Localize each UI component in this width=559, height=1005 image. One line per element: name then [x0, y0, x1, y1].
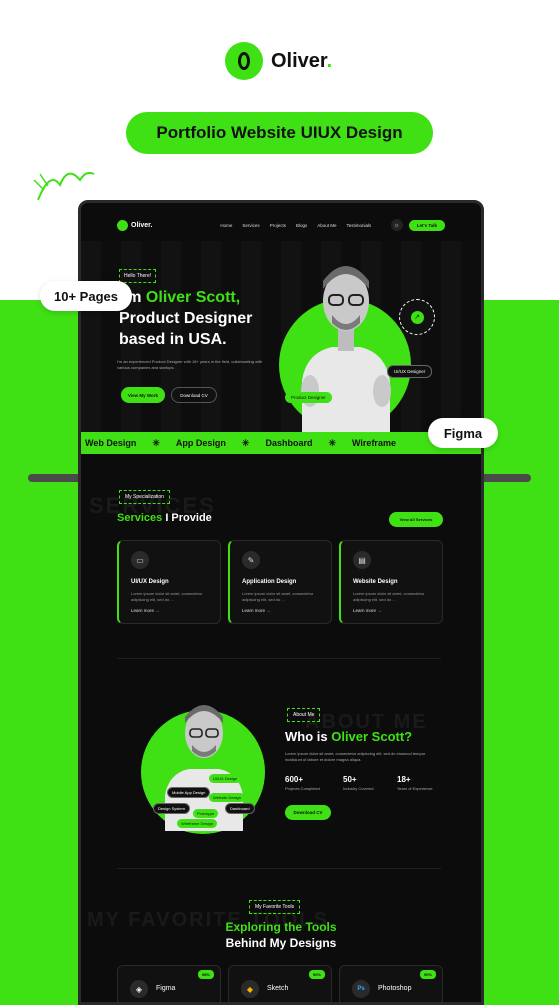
- uiux-designer-tag: UI/UX Designer: [387, 365, 433, 378]
- tool-percent: 98%: [197, 970, 214, 979]
- tool-card[interactable]: Ps Photoshop 90%: [339, 965, 443, 1002]
- skill-tag: Prototype: [193, 809, 219, 818]
- tool-percent: 90%: [308, 970, 325, 979]
- hero-portrait: [301, 266, 391, 433]
- nav-item-blogs[interactable]: Blogs: [296, 223, 307, 228]
- sketch-icon: ◆: [241, 980, 259, 998]
- asterisk-icon: ✳: [241, 437, 250, 448]
- tool-card[interactable]: ◆ Sketch 90%: [228, 965, 332, 1002]
- sun-icon[interactable]: ☼: [390, 219, 403, 231]
- about-download-cv-button[interactable]: Download CV: [285, 805, 331, 820]
- about-title: Who is Oliver Scott?: [285, 729, 413, 744]
- hire-me-badge[interactable]: ↗: [399, 299, 435, 335]
- skill-tag: UI/UX Design: [209, 774, 242, 783]
- website-icon: ▤: [353, 551, 371, 569]
- skill-tag: Wireframe Design: [177, 819, 218, 828]
- section-divider: [117, 658, 441, 659]
- skill-tag: Dashboard: [225, 803, 255, 814]
- skill-tag: Website Design: [209, 793, 245, 802]
- ticker-item: Dashboard: [265, 438, 313, 448]
- nav-logo[interactable]: Oliver.: [117, 219, 152, 231]
- stat-experience: 18+ Years of Experience: [397, 775, 433, 791]
- brand-logo: Oliver.: [225, 42, 332, 80]
- service-card[interactable]: ▭ UI/UX Design Lorem ipsum dolor sit ame…: [117, 540, 221, 624]
- ticker-item: App Design: [175, 438, 226, 448]
- service-card[interactable]: ▤ Website Design Lorem ipsum dolor sit a…: [339, 540, 443, 624]
- learn-more-link[interactable]: Learn more →: [131, 608, 160, 613]
- site-nav: Oliver. Home Services Projects Blogs Abo…: [117, 217, 445, 233]
- ticker-item: Web Design: [85, 438, 137, 448]
- arrow-up-right-icon: ↗: [410, 310, 424, 324]
- hello-label: Hello There!: [119, 269, 157, 283]
- hero-section: Hello There! I'm Oliver Scott, Product D…: [81, 241, 481, 433]
- arrow-right-icon: →: [266, 608, 271, 613]
- learn-more-link[interactable]: Learn more →: [242, 608, 271, 613]
- monitor-icon: ▭: [131, 551, 149, 569]
- nav-item-about[interactable]: About Me: [317, 223, 336, 228]
- ticker-item: Wireframe: [352, 438, 396, 448]
- tool-card[interactable]: ◈ Figma 98%: [117, 965, 221, 1002]
- pages-pill: 10+ Pages: [40, 281, 132, 311]
- hero-description: I'm an experienced Product Designer with…: [117, 359, 263, 370]
- tool-percent: 90%: [419, 970, 436, 979]
- hero-title: I'm Oliver Scott, Product Designer based…: [119, 289, 253, 348]
- brand-name: Oliver: [271, 49, 327, 72]
- stat-industries: 50+ Industry Covered: [343, 775, 374, 791]
- nav-item-testimonials[interactable]: Testimonials: [346, 223, 371, 228]
- figma-pill: Figma: [428, 418, 498, 448]
- download-cv-button[interactable]: Download CV: [171, 387, 217, 403]
- nav-item-services[interactable]: Services: [242, 223, 259, 228]
- tools-label: My Favorite Tools: [249, 900, 301, 914]
- nav-item-home[interactable]: Home: [220, 223, 232, 228]
- figma-icon: ◈: [130, 980, 148, 998]
- logo-mark-icon: [117, 219, 128, 231]
- photoshop-icon: Ps: [352, 980, 370, 998]
- stat-projects: 600+ Projects Completed: [285, 775, 320, 791]
- nav-item-projects[interactable]: Projects: [270, 223, 286, 228]
- view-all-services-button[interactable]: View All Services: [389, 512, 443, 527]
- laptop-screen: Oliver. Home Services Projects Blogs Abo…: [78, 200, 484, 1005]
- skills-ticker: Web Design ✳ App Design ✳ Dashboard ✳ Wi…: [81, 432, 481, 454]
- skill-tag: Mobile App Design: [167, 787, 211, 798]
- nav-menu: Home Services Projects Blogs About Me Te…: [220, 223, 371, 228]
- about-label: About Me: [287, 708, 321, 722]
- asterisk-icon: ✳: [152, 437, 160, 448]
- about-description: Lorem ipsum dolor sit amet, consectetur …: [285, 751, 426, 762]
- skill-tag: Design System: [153, 803, 190, 814]
- lets-talk-button[interactable]: Let's Talk: [408, 219, 445, 231]
- arrow-right-icon: →: [377, 608, 382, 613]
- services-title: Services I Provide: [117, 512, 212, 524]
- product-designer-tag: Product Designer: [285, 392, 332, 403]
- arrow-right-icon: →: [155, 608, 160, 613]
- tools-title: Exploring the Tools Behind My Designs: [225, 920, 337, 950]
- vector-icon: ✎: [242, 551, 260, 569]
- view-my-work-button[interactable]: View My Work: [121, 387, 165, 403]
- service-card[interactable]: ✎ Application Design Lorem ipsum dolor s…: [228, 540, 332, 624]
- section-divider: [117, 868, 441, 869]
- title-banner: Portfolio Website UIUX Design: [126, 112, 433, 154]
- learn-more-link[interactable]: Learn more →: [353, 608, 382, 613]
- services-label: My Specialization: [119, 490, 170, 504]
- logo-mark-icon: [225, 42, 263, 80]
- asterisk-icon: ✳: [328, 437, 337, 448]
